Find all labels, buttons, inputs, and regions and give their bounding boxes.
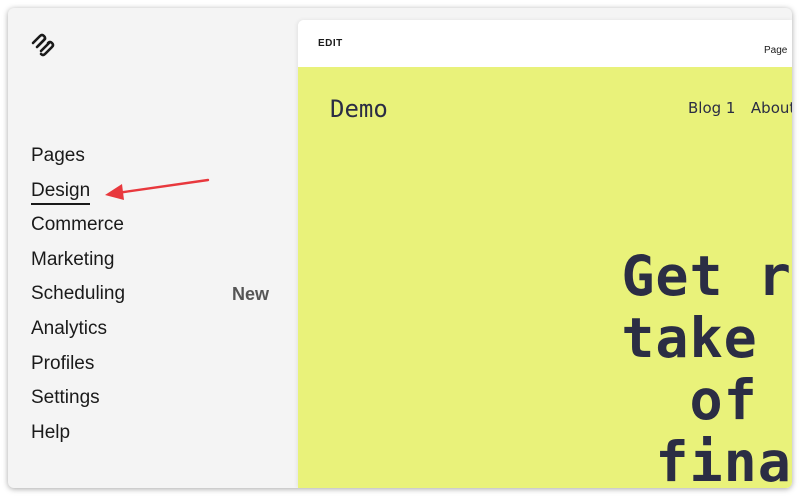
sidebar-item-label: Help — [31, 421, 71, 443]
page-selector[interactable]: Page — [764, 45, 787, 56]
sidebar-item-label: Settings — [31, 387, 100, 409]
site-nav-blog-1[interactable]: Blog 1 — [688, 99, 735, 117]
sidebar-item-label: Marketing — [31, 248, 115, 270]
red-arrow-icon — [105, 178, 210, 200]
sidebar-item-scheduling[interactable]: Scheduling New — [31, 283, 271, 318]
hero-line: take c — [621, 306, 792, 370]
site-preview: EDIT Page Demo Blog 1 About Us Get re ta… — [298, 20, 792, 488]
sidebar-item-label: Commerce — [31, 214, 124, 236]
sidebar-item-label: Scheduling — [31, 283, 126, 305]
hero-heading: Get re take c of y finar — [621, 245, 792, 488]
sidebar-item-marketing[interactable]: Marketing — [31, 249, 271, 284]
sidebar-item-profiles[interactable]: Profiles — [31, 353, 271, 388]
squarespace-logo-icon[interactable] — [30, 32, 56, 58]
new-badge: New — [231, 284, 269, 305]
sidebar-item-settings[interactable]: Settings — [31, 387, 271, 422]
sidebar-item-label: Profiles — [31, 352, 95, 374]
sidebar-item-help[interactable]: Help — [31, 422, 271, 457]
sidebar-item-label: Design — [31, 180, 91, 205]
sidebar-item-pages[interactable]: Pages — [31, 145, 271, 180]
hero-line: finar — [655, 430, 792, 488]
hero-line: of y — [689, 368, 792, 432]
site-canvas: Demo Blog 1 About Us Get re take c of y … — [298, 67, 792, 488]
sidebar-item-commerce[interactable]: Commerce — [31, 214, 271, 249]
site-nav: Blog 1 About Us — [688, 99, 792, 118]
edit-button[interactable]: EDIT — [318, 38, 343, 49]
editor-topbar: EDIT Page — [298, 20, 792, 67]
site-nav-about-us[interactable]: About Us — [751, 99, 792, 117]
app-window: Pages Design Commerce Marketing Scheduli… — [8, 8, 792, 488]
sidebar-item-label: Analytics — [31, 317, 108, 339]
sidebar-item-analytics[interactable]: Analytics — [31, 318, 271, 353]
site-title[interactable]: Demo — [330, 95, 388, 123]
sidebar-item-label: Pages — [31, 145, 85, 166]
hero-line: Get re — [621, 244, 792, 308]
